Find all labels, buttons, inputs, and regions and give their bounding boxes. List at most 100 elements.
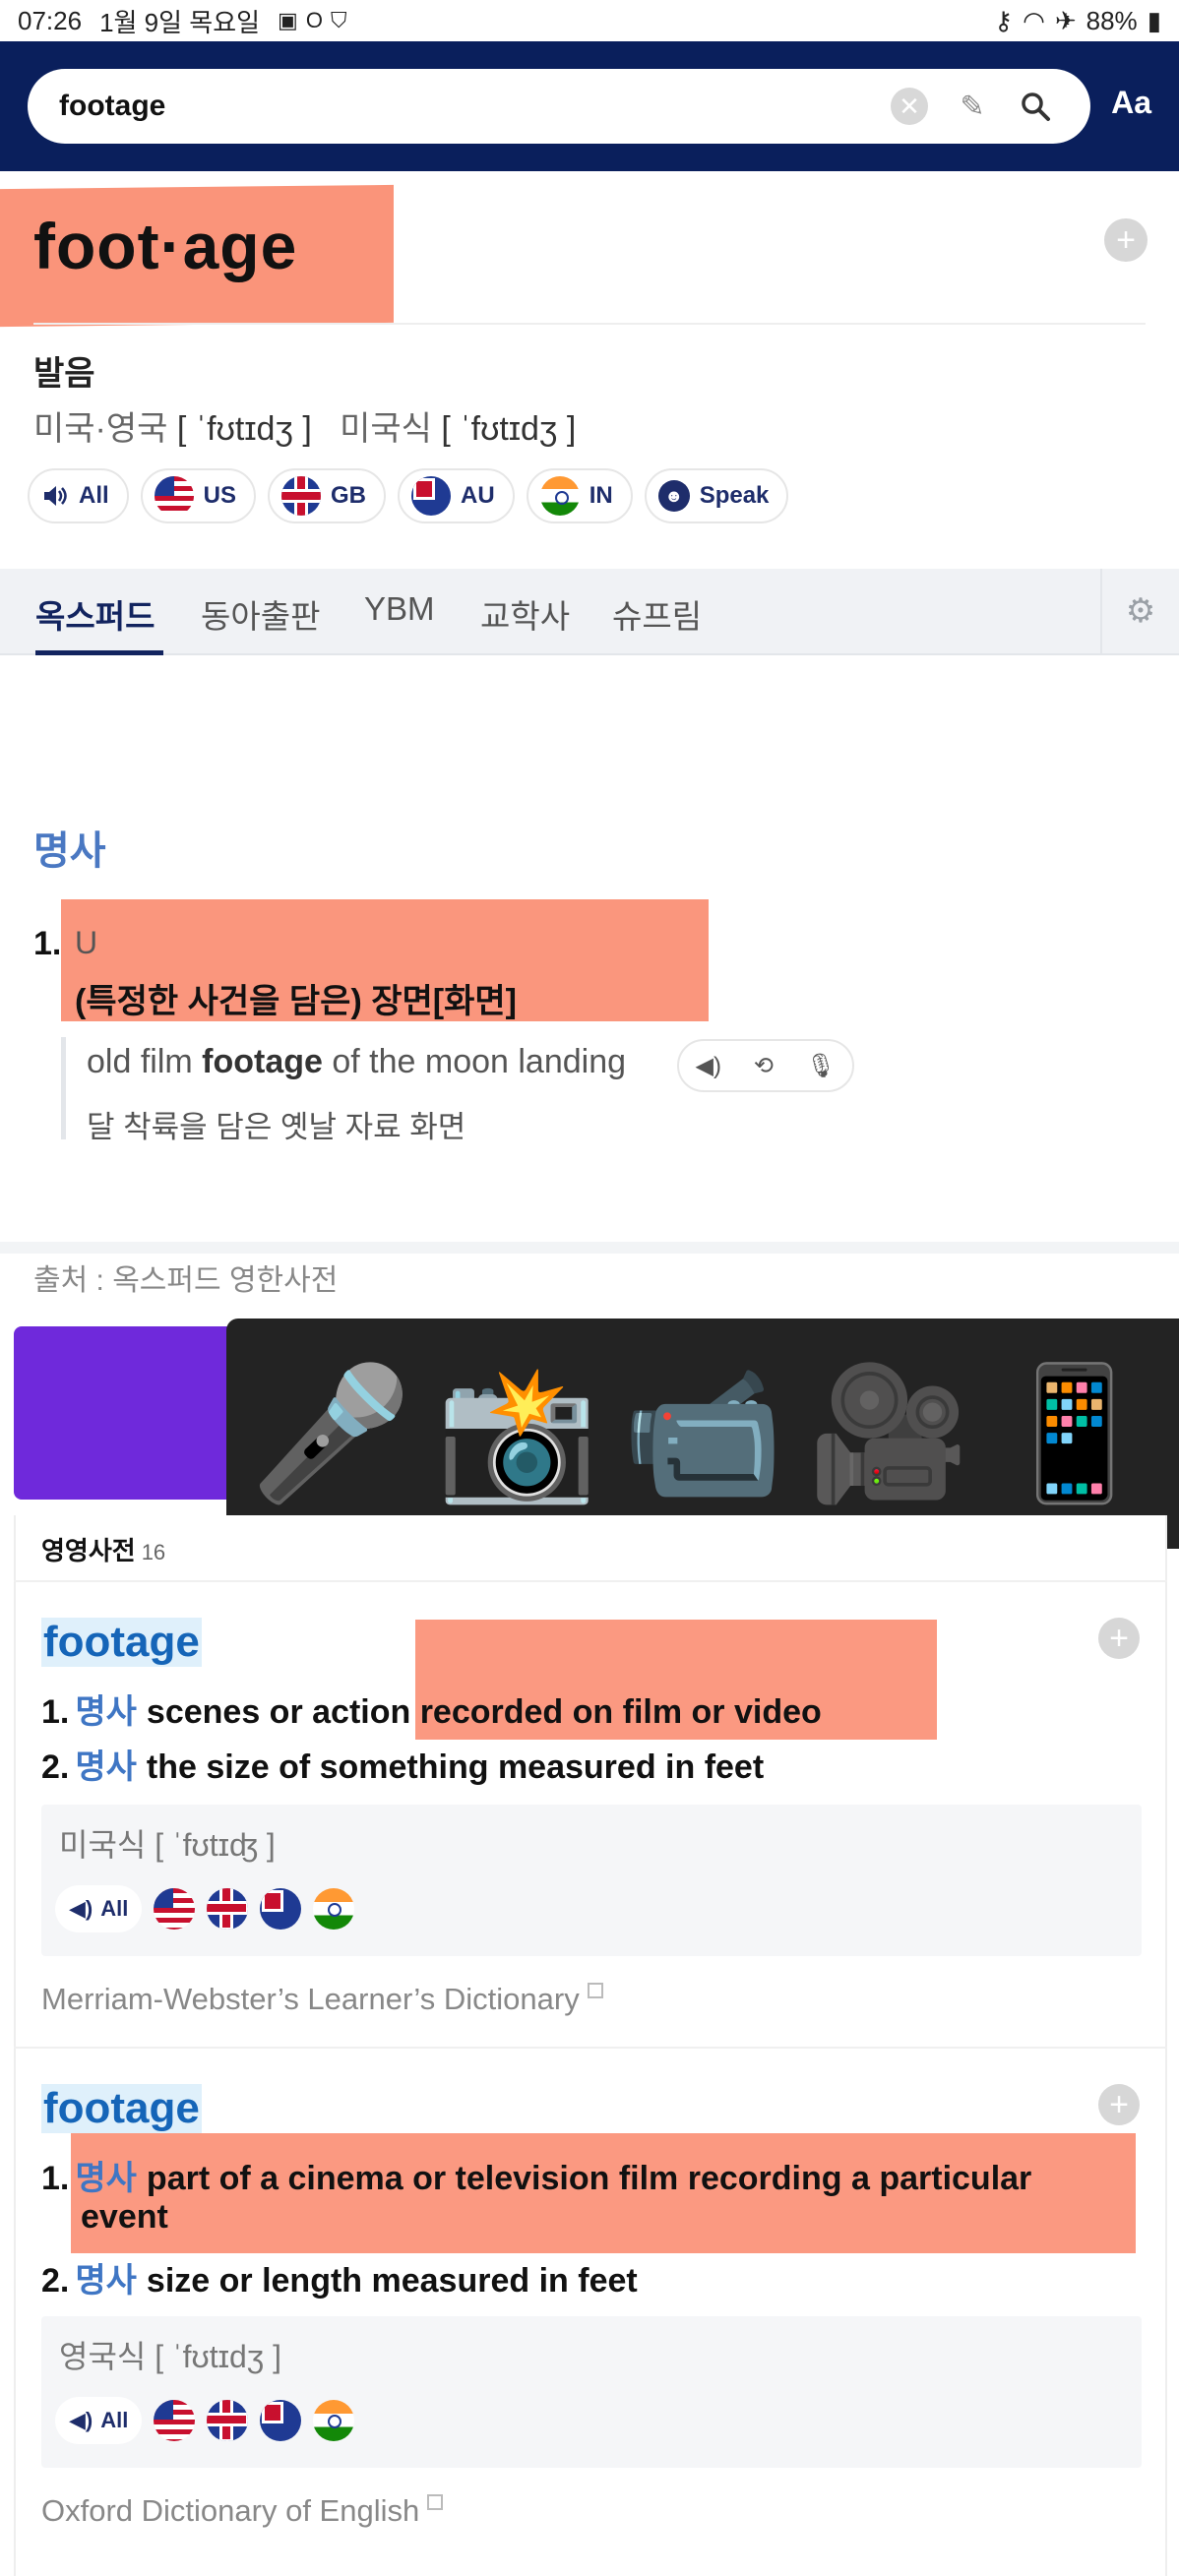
plus-icon: + [1109, 1619, 1129, 1657]
definition-line: 1. 명사 scenes or action recorded on film or… [41, 1685, 822, 1733]
audio-au-button[interactable]: AU [398, 468, 515, 523]
chip-label: Speak [699, 482, 770, 509]
add-wordbook-button[interactable]: + [1098, 1618, 1140, 1659]
def-text: size or length measured in feet [146, 2262, 638, 2300]
def-pos: 명사 [75, 2160, 137, 2197]
microphone-icon[interactable]: 🎙 [806, 1052, 836, 1080]
audio-in-button[interactable]: IN [526, 468, 633, 523]
uk-flag-icon[interactable] [207, 1888, 249, 1930]
tab-oxford[interactable]: 옥스퍼드 [35, 590, 155, 638]
audio-all-button[interactable]: ◀) All [55, 1885, 143, 1932]
entry-count: 16 [141, 1540, 166, 1564]
example-english: old film footage of the moon landing [87, 1043, 626, 1081]
search-input[interactable]: footage [59, 90, 870, 123]
chip-label: All [100, 2408, 129, 2432]
def-pos: 명사 [75, 2262, 137, 2300]
search-box[interactable]: footage ✕ ✎ [28, 69, 1090, 144]
def-number: 2. [41, 2262, 70, 2300]
india-flag-icon[interactable] [313, 1888, 355, 1930]
tab-ybm[interactable]: YBM [364, 590, 435, 628]
clear-button[interactable]: ✕ [886, 83, 933, 130]
video-camera-emoji[interactable]: 📹 [622, 1369, 783, 1499]
us-flag-icon[interactable] [154, 1888, 196, 1930]
active-tab-indicator [35, 650, 163, 655]
font-size-button[interactable]: Aa [1111, 85, 1151, 121]
au-flag-icon[interactable] [260, 2400, 302, 2441]
source-credit: 출처 : 옥스퍼드 영한사전 [33, 1264, 339, 1297]
microphone-emoji[interactable]: 🎤 [250, 1369, 411, 1499]
tab-settings-button[interactable]: ⚙ [1100, 569, 1179, 653]
entry-word[interactable]: footage [41, 1618, 202, 1667]
repeat-icon[interactable]: ⟲ [754, 1052, 774, 1080]
pron-chips: ◀) All [55, 2397, 355, 2444]
definition-line: 1. 명사 part of a cinema or television film … [41, 2151, 1031, 2199]
pronunciation-chips: All US GB AU IN ☻ Speak [28, 468, 789, 523]
def-number: 1. [41, 2160, 70, 2197]
divider [33, 323, 1146, 325]
chip-label: US [203, 482, 237, 509]
audio-all-button[interactable]: All [28, 468, 129, 523]
airplane-icon: ✈ [1054, 5, 1077, 35]
audio-us-button[interactable]: US [140, 468, 257, 523]
audio-all-button[interactable]: ◀) All [55, 2397, 143, 2444]
def-number: 2. [41, 1748, 70, 1786]
india-flag-icon [539, 476, 580, 516]
audio-gb-button[interactable]: GB [268, 468, 387, 523]
part-of-speech: 명사 [33, 829, 106, 873]
add-wordbook-button[interactable]: + [1098, 2084, 1140, 2125]
def-pos: 명사 [75, 1693, 137, 1731]
entry-word[interactable]: footage [41, 2084, 202, 2133]
us-flag-icon[interactable] [154, 2400, 196, 2441]
shield-icon: ⛉ [330, 8, 347, 32]
status-date: 1월 9일 목요일 [99, 7, 261, 37]
divider [14, 1580, 1167, 1582]
emoji-suggestion-panel: 🎤 📸 📹 🎥 📱 [226, 1319, 1179, 1549]
tab-supreme[interactable]: 슈프림 [612, 590, 702, 638]
status-bar: 07:26 1월 9일 목요일 ▣ O ⛉ ⚷ ◠ ✈ 88% ▮ [0, 0, 1179, 41]
example-bar [61, 1037, 66, 1139]
pron-label-us-gb: 미국·영국 [33, 410, 168, 448]
handwriting-icon[interactable]: ✎ [949, 83, 996, 130]
pronunciation-box: 영국식 [ ˈfʊtɪdʒ ] ◀) All [41, 2316, 1142, 2468]
uk-flag-icon [281, 476, 322, 516]
def-text: the size of something measured in feet [146, 1748, 765, 1786]
chip-label: AU [461, 482, 495, 509]
key-icon: ⚷ [994, 5, 1014, 35]
au-flag-icon [411, 476, 452, 516]
dictionary-source-link[interactable]: Oxford Dictionary of English [41, 2493, 444, 2529]
speak-face-icon: ☻ [657, 480, 690, 512]
au-flag-icon[interactable] [260, 1888, 302, 1930]
definition-line: 2. 명사 size or length measured in feet [41, 2253, 638, 2301]
card-title: 영영사전 [41, 1536, 136, 1565]
dictionary-source-link[interactable]: Merriam-Webster’s Learner’s Dictionary [41, 1982, 603, 2017]
example-text: old film [87, 1043, 203, 1080]
example-keyword: footage [202, 1043, 323, 1080]
pron-ipa-us: [ ˈfʊtɪdʒ ] [441, 410, 577, 448]
speaker-icon: ◀) [69, 1896, 93, 1921]
uk-flag-icon[interactable] [207, 2400, 249, 2441]
speak-button[interactable]: ☻ Speak [644, 468, 789, 523]
mobile-phone-emoji[interactable]: 📱 [993, 1369, 1154, 1499]
speaker-icon[interactable]: ◀) [695, 1052, 720, 1080]
camera-flash-emoji[interactable]: 📸 [436, 1369, 597, 1499]
movie-camera-emoji[interactable]: 🎥 [808, 1369, 969, 1499]
gallery-icon: ▣ [278, 8, 298, 32]
sense-meaning: (특정한 사건을 담은) 장면[화면] [75, 983, 517, 1020]
definition-line: 2. 명사 the size of something measured in fe… [41, 1740, 764, 1788]
search-icon[interactable] [1012, 83, 1059, 130]
close-icon: ✕ [891, 88, 928, 125]
opera-icon: O [305, 8, 323, 32]
india-flag-icon[interactable] [313, 2400, 355, 2441]
pron-chips: ◀) All [55, 1885, 355, 1932]
tab-kyohak[interactable]: 교학사 [480, 590, 570, 638]
headword: foot·age [33, 210, 298, 282]
external-link-icon [587, 1982, 603, 1998]
status-time: 07:26 [18, 5, 83, 35]
external-link-icon [427, 2493, 444, 2510]
chip-label: All [100, 1896, 129, 1921]
tab-donga[interactable]: 동아출판 [201, 590, 320, 638]
pronunciation-line: 미국·영국 [ ˈfʊtɪdʒ ] 미국식 [ ˈfʊtɪdʒ ] [33, 401, 576, 450]
example-tools: ◀) ⟲ 🎙 [677, 1039, 854, 1092]
example-text: of the moon landing [322, 1043, 627, 1080]
add-wordbook-button[interactable]: + [1104, 218, 1148, 262]
